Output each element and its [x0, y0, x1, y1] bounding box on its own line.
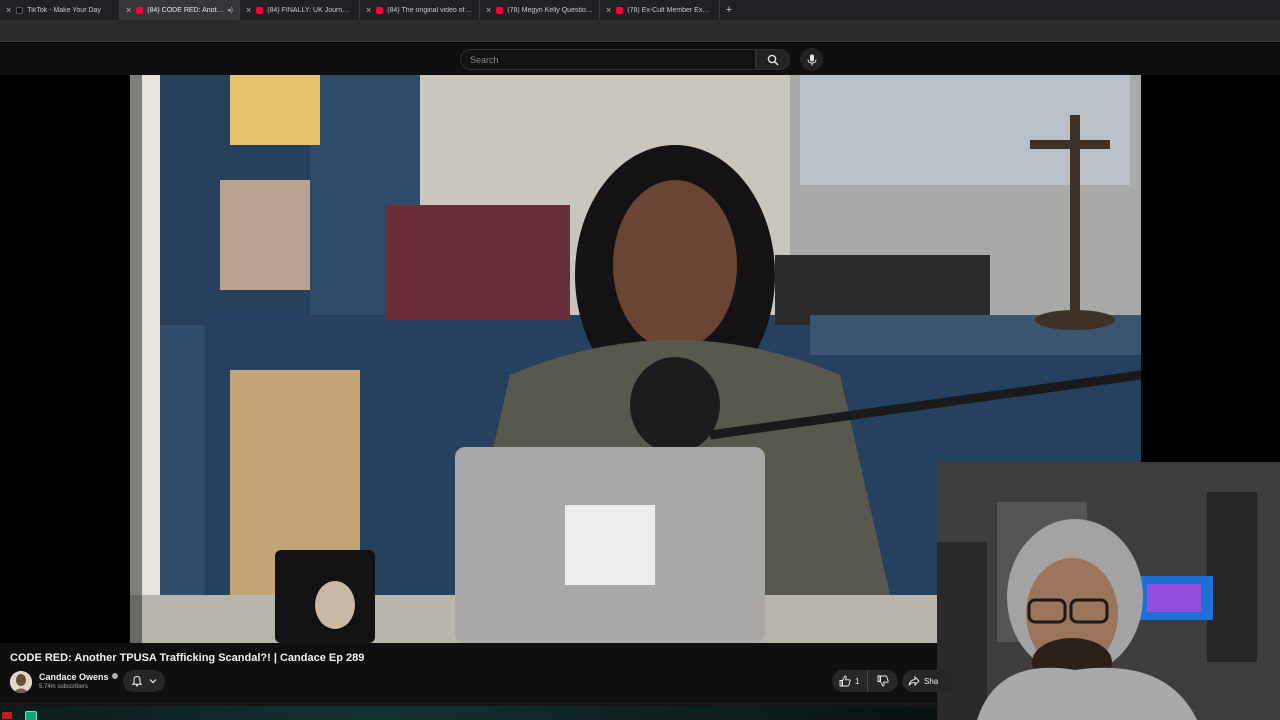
like-count: 1 [855, 676, 860, 686]
browser-tab-5[interactable]: × (78) Megyn Kelly Questions the [480, 0, 600, 20]
tab-close-icon[interactable]: × [366, 5, 371, 15]
bell-icon [131, 675, 143, 687]
tab-title: (84) FINALLY: UK Journalist CONFIRMS [267, 6, 353, 14]
tab-title: (78) Megyn Kelly Questions the [507, 6, 593, 14]
share-label: Sha [924, 676, 939, 686]
screen: × TikTok - Make Your Day × (84) CODE RED… [0, 0, 1280, 720]
tiktok-icon [16, 6, 24, 14]
browser-tab-3[interactable]: × (84) FINALLY: UK Journalist CONFIRMS [240, 0, 360, 20]
youtube-icon [136, 6, 144, 14]
channel-name[interactable]: Candace Owens [39, 672, 118, 682]
channel-name-text: Candace Owens [39, 672, 109, 682]
speaker-icon[interactable]: ◂) [227, 6, 233, 14]
youtube-icon [256, 6, 264, 14]
thumbs-up-icon [839, 675, 851, 687]
search-input[interactable]: Search [460, 49, 756, 70]
tab-close-icon[interactable]: × [606, 5, 611, 15]
browser-tab-1[interactable]: × TikTok - Make Your Day [0, 0, 120, 20]
taskbar-background [0, 706, 937, 720]
video-title: CODE RED: Another TPUSA Trafficking Scan… [10, 652, 365, 664]
voice-search-button[interactable] [800, 48, 823, 71]
video-info: CODE RED: Another TPUSA Trafficking Scan… [0, 643, 952, 703]
share-button[interactable]: Sha [902, 670, 952, 692]
avatar-image [10, 671, 32, 693]
browser-tab-strip: × TikTok - Make Your Day × (84) CODE RED… [0, 0, 1280, 20]
notification-bell-button[interactable] [123, 670, 165, 692]
browser-tab-2[interactable]: × (84) CODE RED: Another TPUSA ◂) [120, 0, 240, 20]
like-dislike-group: 1 [832, 670, 898, 692]
search-icon [767, 54, 779, 66]
search-button[interactable] [756, 49, 790, 70]
thumbs-down-icon [877, 675, 889, 687]
tab-title: TikTok - Make Your Day [27, 6, 101, 14]
app-taskbar-icon[interactable] [25, 711, 37, 720]
taskbar-strip [0, 703, 937, 720]
channel-avatar[interactable] [10, 671, 32, 693]
tab-close-icon[interactable]: × [246, 5, 251, 15]
browser-toolbar [0, 20, 1280, 42]
browser-tab-4[interactable]: × (84) The original video of Jin sh [360, 0, 480, 20]
youtube-icon [376, 6, 384, 14]
microphone-icon [807, 54, 816, 65]
youtube-icon [496, 6, 504, 14]
tab-title: (84) CODE RED: Another TPUSA [147, 6, 225, 14]
chevron-down-icon [149, 679, 157, 684]
webcam-frame [937, 462, 1280, 720]
tab-close-icon[interactable]: × [6, 5, 11, 15]
tab-close-icon[interactable]: × [486, 5, 491, 15]
like-button[interactable]: 1 [832, 670, 868, 692]
youtube-taskbar-icon[interactable] [2, 712, 12, 719]
subscriber-count: 5.74m subscribers [39, 684, 89, 690]
verified-badge-icon [111, 673, 118, 679]
browser-tab-6[interactable]: × (78) Ex-Cult Member Explains H [600, 0, 720, 20]
tab-close-icon[interactable]: × [126, 5, 131, 15]
dislike-button[interactable] [868, 670, 898, 692]
tab-title: (78) Ex-Cult Member Explains H [627, 6, 713, 14]
webcam-overlay [937, 462, 1280, 720]
youtube-header: Search [0, 43, 1280, 75]
tab-title: (84) The original video of Jin sh [387, 6, 473, 14]
youtube-icon [616, 6, 624, 14]
new-tab-button[interactable]: + [720, 4, 738, 16]
share-icon [908, 675, 920, 687]
